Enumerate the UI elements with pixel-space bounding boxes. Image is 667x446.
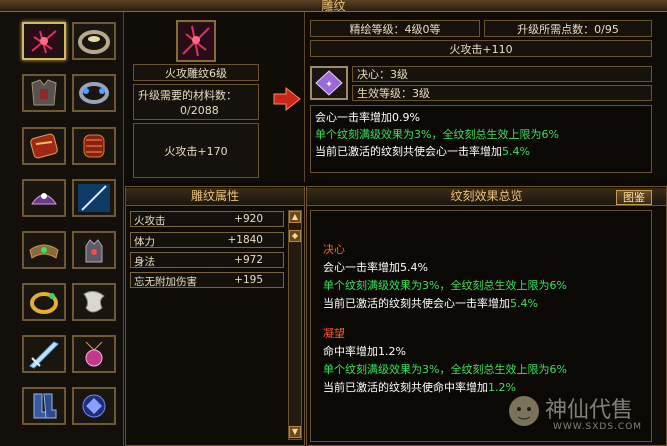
chest-armor-icon[interactable]: [22, 74, 66, 112]
red-vambrace-icon[interactable]: [22, 127, 66, 165]
jade-ring-icon[interactable]: [72, 22, 116, 60]
points-needed: 升级所需点数：0/95: [484, 20, 652, 37]
current-effect: 火攻击+170: [164, 144, 228, 158]
scroll-thumb-icon[interactable]: ◆: [289, 230, 301, 242]
red-bracer-icon[interactable]: [72, 127, 116, 165]
section-line-text: 当前已激活的纹刻共使命中率增加: [323, 381, 488, 394]
headband-icon[interactable]: [22, 231, 66, 269]
attribute-row: 体力 +1840: [130, 232, 284, 248]
section-name: 凝望: [323, 327, 345, 340]
attribute-value: +195: [234, 274, 263, 286]
upgrade-description: 会心一击率增加0.9% 单个纹刻满级效果为3%，全纹刻总生效上限为6% 当前已激…: [310, 105, 652, 173]
section-name: 决心: [323, 243, 345, 256]
watermark: 神仙代售 WWW.SXDS.COM: [505, 390, 665, 442]
item-name: 火攻雕纹6级: [133, 64, 259, 81]
material-value: 0/2088: [180, 104, 219, 117]
refine-level: 精绘等级：4级0等: [310, 20, 480, 37]
watermark-url: WWW.SXDS.COM: [553, 422, 643, 432]
dark-rune-icon[interactable]: [22, 22, 66, 60]
attribute-row: 忘无附加伤害 +195: [130, 272, 284, 288]
selected-rune-icon: [176, 20, 216, 62]
upgrade-line-1: 会心一击率增加0.9%: [315, 111, 420, 124]
section-line-text: 当前已激活的纹刻共使会心一击率增加: [323, 297, 510, 310]
scroll-down-icon[interactable]: ▼: [289, 426, 301, 438]
attributes-title: 雕纹属性: [126, 188, 304, 206]
attributes-scrollbar[interactable]: [288, 210, 302, 440]
attribute-name: 火攻击: [134, 215, 166, 227]
atlas-button[interactable]: 图鉴: [616, 190, 652, 205]
section-line: 会心一击率增加5.4%: [323, 261, 428, 274]
upgrade-line-3: 当前已激活的纹刻共使会心一击率增加5.4%: [315, 143, 530, 159]
boots-icon[interactable]: [22, 387, 66, 425]
upgrade-line-3-value: 5.4%: [502, 145, 530, 158]
jade-pendant-icon[interactable]: [72, 283, 116, 321]
section-line: 当前已激活的纹刻共使命中率增加1.2%: [323, 379, 516, 395]
section-line: 单个纹刻满级效果为3%，全纹刻总生效上限为6%: [323, 363, 567, 376]
gem-name: 决心：3级: [352, 66, 652, 82]
blue-blade-icon[interactable]: [72, 179, 116, 217]
attribute-row: 身法 +972: [130, 252, 284, 268]
gauntlet-icon[interactable]: [72, 231, 116, 269]
ice-sword-icon[interactable]: [22, 335, 66, 373]
blue-charm-icon[interactable]: [72, 387, 116, 425]
mascot-icon: [509, 396, 539, 426]
scroll-up-icon[interactable]: ▲: [289, 211, 301, 223]
bracelet-icon[interactable]: [72, 74, 116, 112]
attribute-value: +972: [234, 254, 263, 266]
effect-level: 生效等级：3级: [352, 85, 652, 101]
upgrade-line-2: 单个纹刻满级效果为3%，全纹刻总生效上限为6%: [315, 128, 559, 141]
attribute-name: 体力: [134, 236, 155, 248]
section-line: 命中率增加1.2%: [323, 345, 406, 358]
upgrade-arrow-icon[interactable]: [272, 86, 302, 115]
gold-ring-icon[interactable]: [22, 283, 66, 321]
title-bar: 雕纹: [0, 0, 667, 13]
section-line: 当前已激活的纹刻共使会心一击率增加5.4%: [323, 295, 538, 311]
svg-text:✦: ✦: [325, 80, 333, 90]
attribute-name: 忘无附加伤害: [134, 276, 197, 288]
section-line-value: 5.4%: [510, 297, 538, 310]
current-effect-box: 火攻击+170: [133, 123, 259, 178]
gem-icon: ✦: [315, 70, 343, 96]
material-box: 升级需要的材料数： 0/2088: [133, 84, 259, 120]
next-effect: 火攻击+110: [310, 40, 652, 57]
upgrade-line-3-text: 当前已激活的纹刻共使会心一击率增加: [315, 145, 502, 158]
attribute-value: +1840: [227, 234, 263, 246]
pink-amulet-icon[interactable]: [72, 335, 116, 373]
material-label: 升级需要的材料数：: [138, 89, 237, 102]
attribute-value: +920: [234, 213, 263, 225]
attribute-name: 身法: [134, 256, 155, 268]
overview-title: 纹刻效果总览: [307, 188, 666, 206]
gem-slot[interactable]: ✦: [310, 66, 348, 100]
purple-crown-icon[interactable]: [22, 179, 66, 217]
watermark-text: 神仙代售: [545, 398, 634, 423]
attribute-row: 火攻击 +920: [130, 211, 284, 227]
section-line: 单个纹刻满级效果为3%，全纹刻总生效上限为6%: [323, 279, 567, 292]
